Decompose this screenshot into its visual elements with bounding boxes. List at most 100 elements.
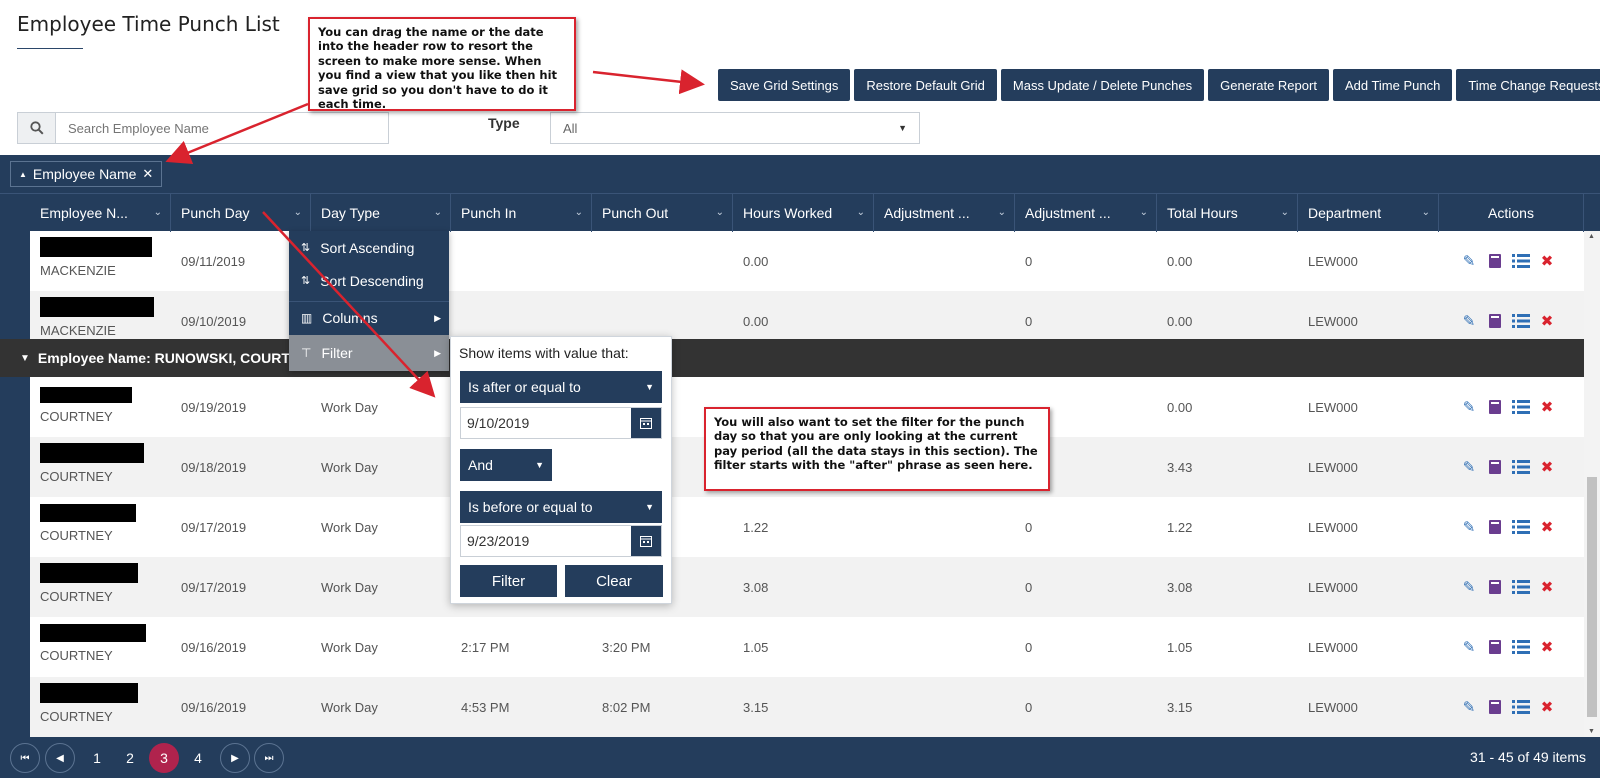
table-row[interactable]: COURTNEY 09/16/2019 Work Day 2:17 PM 3:2…: [30, 617, 1584, 677]
col-total-hours[interactable]: Total Hours ⌄: [1157, 194, 1298, 232]
scroll-thumb[interactable]: [1587, 477, 1597, 717]
chevron-down-icon[interactable]: ⌄: [857, 207, 865, 218]
book-icon[interactable]: [1486, 312, 1504, 330]
delete-icon[interactable]: ✖: [1538, 518, 1556, 536]
filter-icon: ⊤: [301, 346, 312, 360]
next-page-icon[interactable]: ▶: [220, 743, 250, 773]
col-punch-day[interactable]: Punch Day ⌄: [171, 194, 311, 232]
col-label: Day Type: [321, 205, 380, 221]
filter-date-2[interactable]: 9/23/2019: [460, 525, 662, 557]
filter-button[interactable]: Filter: [460, 565, 557, 597]
vertical-scrollbar[interactable]: ▲ ▼: [1584, 231, 1600, 737]
clear-button[interactable]: Clear: [565, 565, 663, 597]
scroll-down-icon[interactable]: ▼: [1588, 728, 1595, 735]
delete-icon[interactable]: ✖: [1538, 252, 1556, 270]
edit-icon[interactable]: ✎: [1460, 698, 1478, 716]
search-icon[interactable]: [18, 113, 56, 143]
first-page-icon[interactable]: ⏮: [10, 743, 40, 773]
filter-logic[interactable]: And ▼: [460, 449, 552, 481]
redacted-name: [40, 562, 138, 583]
table-row[interactable]: COURTNEY 09/16/2019 Work Day 4:53 PM 8:0…: [30, 677, 1584, 737]
collapse-icon[interactable]: ▼: [20, 353, 30, 364]
col-punch-in[interactable]: Punch In ⌄: [451, 194, 592, 232]
menu-filter[interactable]: ⊤ Filter ▶: [289, 335, 449, 371]
group-chip-employee-name[interactable]: ▲ Employee Name ✕: [10, 161, 163, 187]
menu-sort-ascending[interactable]: ⇅ Sort Ascending: [289, 231, 449, 264]
book-icon[interactable]: [1486, 578, 1504, 596]
list-icon[interactable]: [1512, 458, 1530, 476]
last-page-icon[interactable]: ⏭: [254, 743, 284, 773]
chevron-down-icon[interactable]: ⌄: [1281, 207, 1289, 218]
group-header-row[interactable]: ▼ Employee Name: RUNOWSKI, COURTN: [0, 339, 1584, 377]
filter-date-1[interactable]: 9/10/2019: [460, 407, 662, 439]
page-2[interactable]: 2: [115, 743, 145, 773]
department-cell: LEW000: [1308, 253, 1358, 269]
page-3-current[interactable]: 3: [149, 743, 179, 773]
edit-icon[interactable]: ✎: [1460, 638, 1478, 656]
type-select[interactable]: All ▼: [550, 112, 920, 144]
filter-operator-1[interactable]: Is after or equal to ▼: [460, 371, 662, 403]
group-chip-label: Employee Name: [32, 166, 137, 182]
edit-icon[interactable]: ✎: [1460, 578, 1478, 596]
delete-icon[interactable]: ✖: [1538, 638, 1556, 656]
chevron-down-icon[interactable]: ⌄: [434, 207, 442, 218]
col-punch-out[interactable]: Punch Out ⌄: [592, 194, 733, 232]
list-icon[interactable]: [1512, 578, 1530, 596]
time-change-requests-button[interactable]: Time Change Requests 0: [1456, 69, 1600, 101]
chevron-down-icon[interactable]: ⌄: [575, 207, 583, 218]
menu-columns[interactable]: ▥ Columns ▶: [289, 301, 449, 334]
book-icon[interactable]: [1486, 252, 1504, 270]
close-icon[interactable]: ✕: [142, 166, 153, 182]
edit-icon[interactable]: ✎: [1460, 398, 1478, 416]
chevron-down-icon[interactable]: ⌄: [716, 207, 724, 218]
prev-page-icon[interactable]: ◀: [45, 743, 75, 773]
edit-icon[interactable]: ✎: [1460, 252, 1478, 270]
col-employee-name[interactable]: Employee N... ⌄: [30, 194, 171, 232]
book-icon[interactable]: [1486, 518, 1504, 536]
list-icon[interactable]: [1512, 518, 1530, 536]
list-icon[interactable]: [1512, 638, 1530, 656]
book-icon[interactable]: [1486, 698, 1504, 716]
menu-sort-descending[interactable]: ⇅ Sort Descending: [289, 264, 449, 297]
page-4[interactable]: 4: [183, 743, 213, 773]
table-row[interactable]: MACKENZIE 09/11/2019 0.00 0 0.00 LEW000 …: [30, 231, 1584, 291]
delete-icon[interactable]: ✖: [1538, 312, 1556, 330]
edit-icon[interactable]: ✎: [1460, 518, 1478, 536]
book-icon[interactable]: [1486, 398, 1504, 416]
add-time-punch-button[interactable]: Add Time Punch: [1332, 69, 1453, 101]
page-1[interactable]: 1: [82, 743, 112, 773]
restore-default-grid-button[interactable]: Restore Default Grid: [854, 69, 997, 101]
delete-icon[interactable]: ✖: [1538, 458, 1556, 476]
table-row[interactable]: COURTNEY 09/17/2019 Work Day 1.22 0 1.22…: [30, 497, 1584, 557]
list-icon[interactable]: [1512, 398, 1530, 416]
chevron-down-icon[interactable]: ⌄: [154, 207, 162, 218]
search-input[interactable]: [56, 113, 388, 143]
list-icon[interactable]: [1512, 312, 1530, 330]
delete-icon[interactable]: ✖: [1538, 578, 1556, 596]
generate-report-button[interactable]: Generate Report: [1208, 69, 1329, 101]
list-icon[interactable]: [1512, 698, 1530, 716]
chevron-down-icon[interactable]: ⌄: [1140, 207, 1148, 218]
col-adjustment-2[interactable]: Adjustment ... ⌄: [1015, 194, 1157, 232]
filter-operator-2[interactable]: Is before or equal to ▼: [460, 491, 662, 523]
col-adjustment-1[interactable]: Adjustment ... ⌄: [874, 194, 1015, 232]
scroll-up-icon[interactable]: ▲: [1588, 233, 1595, 240]
col-day-type[interactable]: Day Type ⌄: [311, 194, 451, 232]
calendar-icon[interactable]: [631, 526, 661, 556]
chevron-down-icon[interactable]: ⌄: [1422, 207, 1430, 218]
book-icon[interactable]: [1486, 638, 1504, 656]
chevron-down-icon[interactable]: ⌄: [998, 207, 1006, 218]
chevron-down-icon[interactable]: ⌄: [294, 207, 302, 218]
save-grid-settings-button[interactable]: Save Grid Settings: [718, 69, 851, 101]
calendar-icon[interactable]: [631, 408, 661, 438]
edit-icon[interactable]: ✎: [1460, 458, 1478, 476]
book-icon[interactable]: [1486, 458, 1504, 476]
delete-icon[interactable]: ✖: [1538, 398, 1556, 416]
mass-update-delete-button[interactable]: Mass Update / Delete Punches: [1000, 69, 1205, 101]
edit-icon[interactable]: ✎: [1460, 312, 1478, 330]
col-department[interactable]: Department ⌄: [1298, 194, 1439, 232]
delete-icon[interactable]: ✖: [1538, 698, 1556, 716]
table-row[interactable]: COURTNEY 09/17/2019 Work Day 3.08 0 3.08…: [30, 557, 1584, 617]
list-icon[interactable]: [1512, 252, 1530, 270]
col-hours-worked[interactable]: Hours Worked ⌄: [733, 194, 874, 232]
